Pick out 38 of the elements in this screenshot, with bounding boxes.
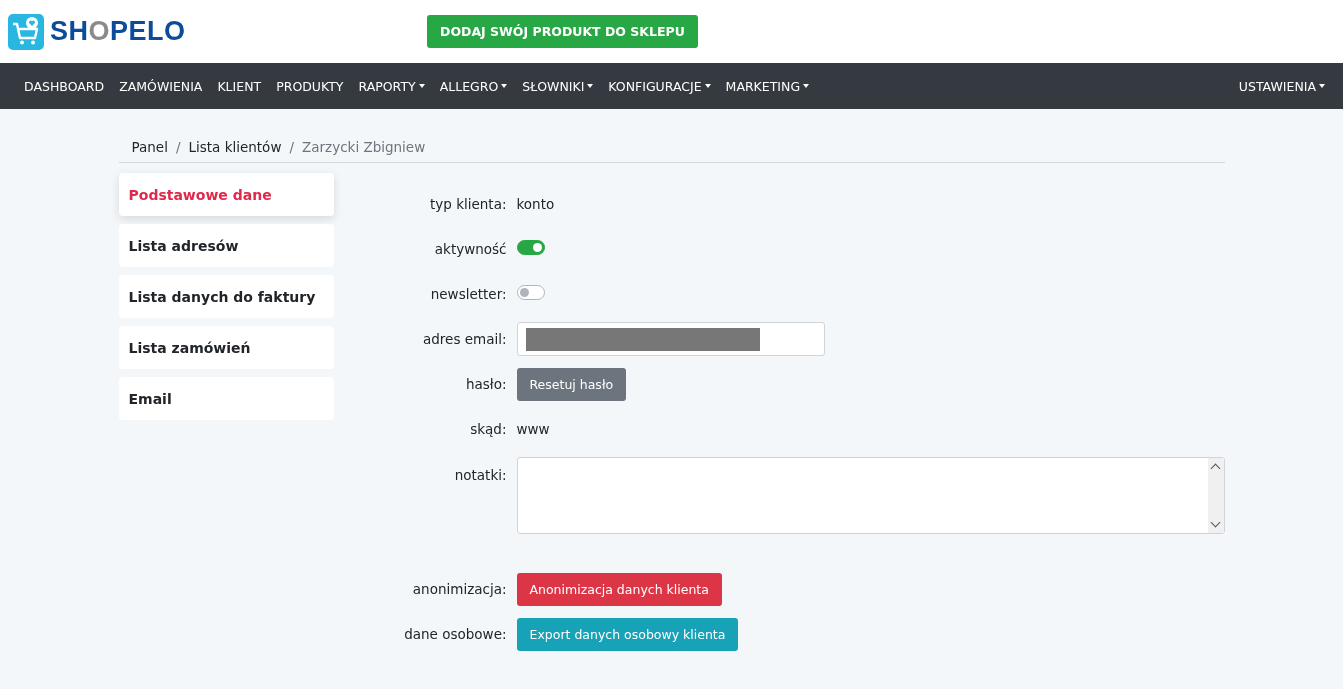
field-label: aktywność xyxy=(433,241,508,257)
breadcrumb-separator: / xyxy=(289,139,294,155)
field-value: konto xyxy=(516,196,555,212)
toggle-switch[interactable] xyxy=(516,240,545,255)
sidebar-item[interactable]: Lista danych do faktury xyxy=(118,275,334,318)
nav-link[interactable]: DASHBOARD xyxy=(24,78,105,94)
action-button[interactable]: Resetuj hasło xyxy=(516,367,627,401)
field-label: adres email: xyxy=(422,331,508,347)
breadcrumb-link[interactable]: Zarzycki Zbigniew xyxy=(302,139,426,155)
nav-link[interactable]: ZAMÓWIENIA xyxy=(119,78,203,94)
nav-link[interactable]: KLIENT xyxy=(217,78,262,94)
sidebar-item[interactable]: Email xyxy=(118,377,334,420)
field-label: anonimizacja: xyxy=(411,581,508,597)
nav-link[interactable]: KONFIGURACJE xyxy=(608,78,711,94)
nav-link[interactable]: PRODUKTY xyxy=(276,78,344,94)
field-label: notatki: xyxy=(453,466,508,483)
field-label: hasło: xyxy=(465,376,508,392)
field-label: newsletter: xyxy=(429,286,508,302)
nav-link[interactable]: USTAWIENIA xyxy=(1238,78,1325,94)
breadcrumb-separator: / xyxy=(175,139,181,155)
cart-logo-icon xyxy=(8,13,44,50)
breadcrumb-link[interactable]: Panel xyxy=(131,139,168,155)
email-input[interactable] xyxy=(516,322,825,356)
action-button[interactable]: Anonimizacja danych klienta xyxy=(516,572,722,606)
toggle-switch[interactable] xyxy=(516,285,545,300)
field-label: dane osobowe: xyxy=(403,626,508,642)
breadcrumb-link[interactable]: Lista klientów xyxy=(188,139,282,155)
sidebar-item[interactable]: Lista zamówień xyxy=(118,326,334,369)
nav-link[interactable]: RAPORTY xyxy=(358,78,425,94)
field-label: typ klienta: xyxy=(429,196,508,212)
field-value: www xyxy=(516,421,550,437)
nav-link[interactable]: MARKETING xyxy=(725,78,810,94)
nav-link[interactable]: SŁOWNIKI xyxy=(522,78,594,94)
field-label: skąd: xyxy=(469,421,508,437)
sidebar-item[interactable]: Lista adresów xyxy=(118,224,334,267)
logo-text: SHOPELO xyxy=(50,16,186,47)
nav-link[interactable]: ALLEGRO xyxy=(439,78,508,94)
sidebar-item[interactable]: Podstawowe dane xyxy=(118,173,334,216)
